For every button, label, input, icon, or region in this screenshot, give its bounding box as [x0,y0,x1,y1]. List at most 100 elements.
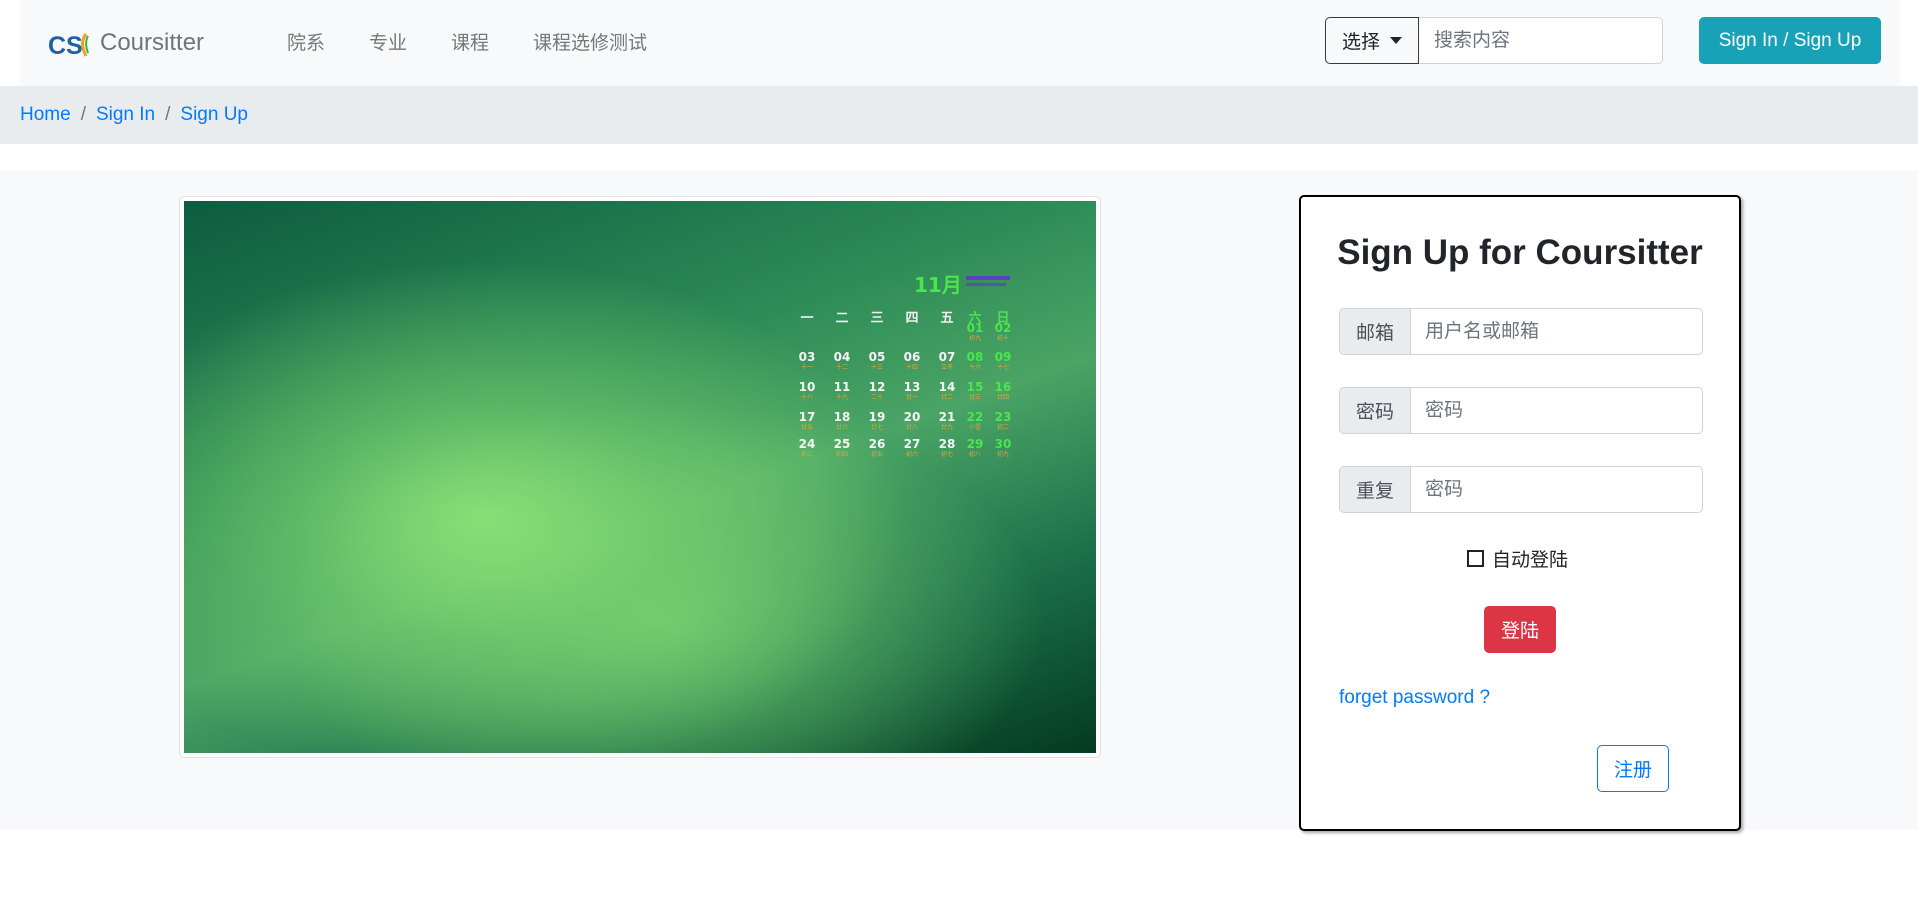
calendar-day: 27 初六 [897,437,927,459]
calendar-day-number: 26 [868,437,886,451]
main-content: 11月 一二三四五六日 01 初九 02 初十 03 十一 04 十二 05 十三 06 十四 07 立冬… [0,170,1918,831]
calendar-wallpaper-image: 11月 一二三四五六日 01 初九 02 初十 03 十一 04 十二 05 十三 06 十四 07 立冬… [184,201,1096,753]
calendar-lunar-date: 十三 [870,364,883,371]
calendar-day-number: 11 [833,380,851,394]
password-label: 密码 [1339,387,1411,434]
calendar-lunar-date: 廿二 [940,394,953,401]
calendar-day-number: 09 [994,350,1012,364]
calendar-day: 12 二十 [862,380,892,402]
nav-link-majors[interactable]: 专业 [347,24,429,59]
checkbox-icon[interactable] [1467,550,1484,567]
calendar-day: 13 廿一 [897,380,927,402]
calendar-day: 22 小雪 [960,410,990,432]
calendar-day-number: 14 [938,380,956,394]
breadcrumb-home[interactable]: Home [20,104,71,126]
calendar-lunar-date: 初五 [870,451,883,458]
calendar-day-number: 08 [966,350,984,364]
calendar-day-number: 27 [903,437,921,451]
calendar-day: 11 十九 [827,380,857,402]
calendar-lunar-date: 初三 [800,451,813,458]
calendar-day: 29 初八 [960,437,990,459]
calendar-day-number: 24 [798,437,816,451]
calendar-lunar-date: 初七 [940,451,953,458]
calendar-weekday-label: 三 [870,311,884,326]
calendar-month-decoration [966,283,1006,286]
calendar-lunar-date: 初四 [835,451,848,458]
login-button[interactable]: 登陆 [1484,606,1556,653]
calendar-day-number: 28 [938,437,956,451]
navbar: CS Coursitter 院系 专业 课程 课程选修测试 选择 Sign In… [20,0,1900,86]
calendar-day: 26 初五 [862,437,892,459]
calendar-day-number: 18 [833,410,851,424]
calendar-day-number: 12 [868,380,886,394]
coursitter-logo-icon: CS [48,26,92,60]
nav-link-course-selection-test[interactable]: 课程选修测试 [511,24,669,59]
calendar-day-number: 07 [938,350,956,364]
calendar-day: 30 初九 [988,437,1018,459]
calendar-day: 02 初十 [988,321,1018,343]
search-input[interactable] [1419,17,1663,64]
calendar-day: 03 十一 [792,350,822,372]
calendar-day: 20 廿八 [897,410,927,432]
calendar-day-number: 19 [868,410,886,424]
nav-link-courses[interactable]: 课程 [429,24,511,59]
calendar-day: 23 初二 [988,410,1018,432]
calendar-lunar-date: 十七 [996,364,1009,371]
calendar-day-number: 23 [994,410,1012,424]
calendar-day-number: 29 [966,437,984,451]
password-field[interactable] [1411,387,1703,434]
calendar-day: 04 十二 [827,350,857,372]
brand-name: Coursitter [100,29,205,56]
sign-in-sign-up-button[interactable]: Sign In / Sign Up [1699,17,1881,64]
brand-link[interactable]: CS Coursitter [48,24,204,62]
calendar-day: 25 初四 [827,437,857,459]
nav-link-departments[interactable]: 院系 [265,24,347,59]
repeat-password-field[interactable] [1411,466,1703,513]
search-category-dropdown[interactable]: 选择 [1325,17,1419,64]
calendar-day: 10 十八 [792,380,822,402]
email-input-group: 邮箱 [1339,308,1703,355]
breadcrumb-sign-in[interactable]: Sign In [96,104,155,126]
calendar-lunar-date: 十六 [968,364,981,371]
email-field[interactable] [1411,308,1703,355]
search-category-label: 选择 [1341,32,1380,53]
calendar-lunar-date: 廿九 [940,424,953,431]
calendar-day: 14 廿二 [932,380,962,402]
calendar-lunar-date: 立冬 [940,364,953,371]
calendar-weekday-label: 二 [835,311,849,326]
calendar-day-number: 13 [903,380,921,394]
calendar-day-number: 17 [798,410,816,424]
calendar-lunar-date: 二十 [870,394,883,401]
forgot-password-link[interactable]: forget password ? [1339,687,1490,709]
breadcrumb-separator: / [165,104,171,125]
auto-login-label: 自动登陆 [1492,550,1569,571]
calendar-lunar-date: 初八 [968,451,981,458]
calendar-lunar-date: 初二 [996,424,1009,431]
calendar-day-number: 10 [798,380,816,394]
calendar-lunar-date: 廿三 [968,394,981,401]
calendar-day: 19 廿七 [862,410,892,432]
calendar-day: 21 廿九 [932,410,962,432]
calendar-day-number: 04 [833,350,851,364]
calendar-lunar-date: 廿八 [905,424,918,431]
calendar-day: 17 廿五 [792,410,822,432]
caret-down-icon [1390,37,1402,44]
calendar-lunar-date: 初九 [996,451,1009,458]
breadcrumb-sign-up[interactable]: Sign Up [180,104,248,126]
calendar-day: 15 廿三 [960,380,990,402]
calendar-weekday-label: 一 [800,311,814,326]
register-button[interactable]: 注册 [1597,745,1669,792]
calendar-day: 24 初三 [792,437,822,459]
search-group: 选择 [1325,17,1663,64]
calendar-lunar-date: 十八 [800,394,813,401]
calendar-lunar-date: 廿六 [835,424,848,431]
calendar-day-number: 02 [994,321,1012,335]
calendar-day: 07 立冬 [932,350,962,372]
calendar-day: 06 十四 [897,350,927,372]
wallpaper-image-frame: 11月 一二三四五六日 01 初九 02 初十 03 十一 04 十二 05 十三 06 十四 07 立冬… [179,196,1101,758]
auto-login-checkbox[interactable]: 自动登陆 [1467,545,1568,572]
calendar-month-decoration [966,276,1010,280]
calendar-month: 11月 [914,273,962,297]
calendar-day: 18 廿六 [827,410,857,432]
calendar-day: 08 十六 [960,350,990,372]
